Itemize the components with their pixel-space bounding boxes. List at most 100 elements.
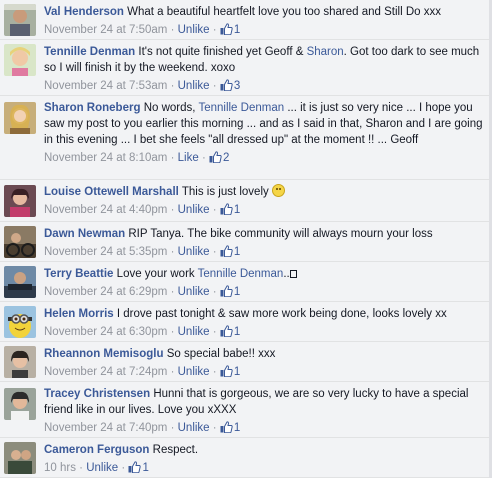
comment-text: Respect. (152, 444, 199, 456)
unlike-link[interactable]: Unlike (178, 204, 210, 216)
unlike-link[interactable]: Unlike (86, 462, 118, 474)
thumbs-up-icon (220, 79, 233, 91)
avatar[interactable] (4, 185, 36, 217)
likes-count[interactable]: 1 (234, 326, 240, 338)
likes-count[interactable]: 1 (234, 422, 240, 434)
comment-timestamp[interactable]: November 24 at 6:29pm (44, 286, 167, 298)
likes-counter[interactable]: 1 (220, 203, 240, 216)
likes-counter[interactable]: 1 (220, 365, 240, 378)
likes-counter[interactable]: 1 (220, 325, 240, 338)
meta-separator: · (201, 152, 206, 164)
comment: Cameron Ferguson Respect. 10 hrs · Unlik… (0, 438, 492, 478)
thumbs-up-icon (220, 245, 233, 257)
thumbs-up-icon (220, 421, 233, 433)
comment-timestamp[interactable]: November 24 at 4:40pm (44, 204, 167, 216)
meta-separator: · (212, 246, 217, 258)
comment-author[interactable]: Sharon Roneberg (44, 102, 140, 114)
meta-separator: · (170, 152, 175, 164)
likes-counter[interactable]: 1 (220, 285, 240, 298)
likes-counter[interactable]: 1 (220, 245, 240, 258)
unlike-link[interactable]: Unlike (178, 80, 210, 92)
unlike-link[interactable]: Unlike (178, 422, 210, 434)
meta-separator: · (212, 422, 217, 434)
likes-count[interactable]: 1 (234, 204, 240, 216)
likes-counter[interactable]: 2 (209, 151, 229, 164)
likes-counter[interactable]: 1 (220, 421, 240, 434)
meta-separator: · (170, 366, 175, 378)
mention-link[interactable]: Sharon (307, 46, 344, 58)
comment: Terry Beattie Love your work Tennille De… (0, 262, 492, 302)
unknown-glyph-icon (289, 270, 297, 278)
meta-separator: · (212, 366, 217, 378)
avatar[interactable] (4, 102, 36, 134)
comment: Rheannon Memisoglu So special babe!! xxx… (0, 342, 492, 382)
meta-separator: · (212, 80, 217, 92)
likes-count[interactable]: 2 (223, 152, 229, 164)
meta-separator: · (170, 286, 175, 298)
avatar[interactable] (4, 442, 36, 474)
thumbs-up-icon (220, 23, 233, 35)
thumbs-up-icon (220, 285, 233, 297)
comment-timestamp[interactable]: November 24 at 8:10am (44, 152, 167, 164)
comment-timestamp[interactable]: November 24 at 7:53am (44, 80, 167, 92)
likes-count[interactable]: 1 (234, 246, 240, 258)
mention-link[interactable]: Tennille Denman (198, 102, 284, 114)
thumbs-up-icon (209, 151, 222, 163)
comment-author[interactable]: Cameron Ferguson (44, 444, 149, 456)
comment-author[interactable]: Helen Morris (44, 308, 114, 320)
likes-count[interactable]: 1 (234, 24, 240, 36)
likes-count[interactable]: 1 (234, 366, 240, 378)
comment-author[interactable]: Tennille Denman (44, 46, 135, 58)
meta-separator: · (170, 204, 175, 216)
comment-text: This is just lovely (181, 186, 269, 198)
comment-timestamp[interactable]: November 24 at 5:35pm (44, 246, 167, 258)
avatar[interactable] (4, 266, 36, 298)
unlike-link[interactable]: Unlike (178, 366, 210, 378)
comment-timestamp[interactable]: November 24 at 7:24pm (44, 366, 167, 378)
meta-separator: · (170, 326, 175, 338)
unlike-link[interactable]: Unlike (178, 326, 210, 338)
thumbs-up-icon (128, 461, 142, 473)
comment-timestamp[interactable]: 10 hrs (44, 462, 76, 474)
meta-separator: · (212, 204, 217, 216)
meta-separator: · (121, 462, 126, 474)
likes-counter[interactable]: 3 (220, 79, 240, 92)
comment-text: I drove past tonight & saw more work bei… (116, 308, 447, 320)
comment-author[interactable]: Dawn Newman (44, 228, 125, 240)
likes-count[interactable]: 1 (234, 286, 240, 298)
unlike-link[interactable]: Unlike (178, 246, 210, 258)
like-link[interactable]: Like (178, 152, 199, 164)
comment-timestamp[interactable]: November 24 at 6:30pm (44, 326, 167, 338)
mention-link[interactable]: Tennille Denman (198, 268, 284, 280)
avatar[interactable] (4, 44, 36, 76)
meta-separator: · (212, 286, 217, 298)
avatar[interactable] (4, 4, 36, 36)
comment-text: No words, (143, 102, 199, 114)
comment: Sharon Roneberg No words, Tennille Denma… (0, 96, 492, 180)
comment-timestamp[interactable]: November 24 at 7:50am (44, 24, 167, 36)
comment-author[interactable]: Louise Ottewell Marshall (44, 186, 179, 198)
comment-author[interactable]: Tracey Christensen (44, 388, 150, 400)
avatar[interactable] (4, 388, 36, 420)
meta-separator: · (170, 80, 175, 92)
unlike-link[interactable]: Unlike (178, 24, 210, 36)
avatar[interactable] (4, 346, 36, 378)
comment: Tennille Denman It's not quite finished … (0, 40, 492, 96)
avatar[interactable] (4, 306, 36, 338)
likes-counter[interactable]: 1 (220, 23, 240, 36)
meta-separator: · (79, 462, 84, 474)
comment-author[interactable]: Terry Beattie (44, 268, 113, 280)
unlike-link[interactable]: Unlike (178, 286, 210, 298)
comment-text: RIP Tanya. The bike community will alway… (128, 228, 433, 240)
likes-count[interactable]: 3 (234, 80, 240, 92)
comment-author[interactable]: Rheannon Memisoglu (44, 348, 163, 360)
comment-text: It's not quite finished yet Geoff & (138, 46, 307, 58)
comment-timestamp[interactable]: November 24 at 7:40pm (44, 422, 167, 434)
comment: Louise Ottewell Marshall This is just lo… (0, 180, 492, 222)
thumbs-up-icon (220, 325, 233, 337)
thumbs-up-icon (220, 203, 233, 215)
avatar[interactable] (4, 226, 36, 258)
likes-count[interactable]: 1 (142, 462, 148, 474)
likes-counter[interactable]: 1 (128, 461, 149, 474)
comment-author[interactable]: Val Henderson (44, 6, 124, 18)
